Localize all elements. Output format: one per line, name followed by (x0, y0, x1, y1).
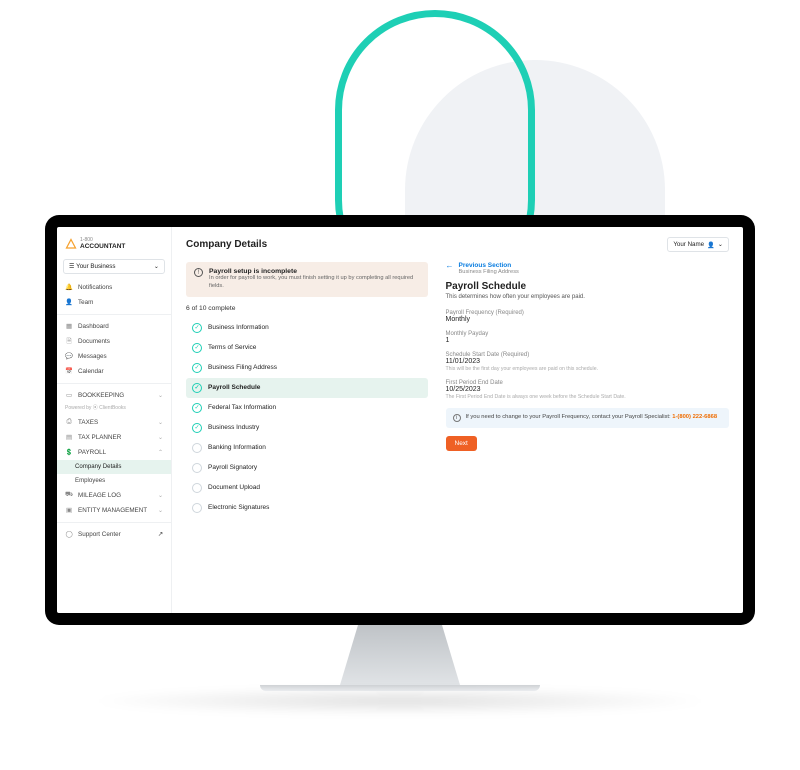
checklist-item[interactable]: ✓ Business Information (186, 318, 428, 338)
sidebar-item-entity-management[interactable]: ▣ENTITY MANAGEMENT⌄ (57, 503, 171, 518)
info-callout: i If you need to change to your Payroll … (446, 408, 730, 428)
sidebar-item-taxes[interactable]: ⎙TAXES⌄ (57, 415, 171, 430)
sidebar-item-documents[interactable]: 🗎Documents (57, 334, 171, 349)
sidebar: 1-800 ACCOUNTANT ☰ Your Business ⌄ 🔔Noti… (57, 227, 172, 613)
check-pending-icon (192, 483, 202, 493)
checklist: ✓ Business Information ✓ Terms of Service ✓ B… (186, 318, 428, 518)
sidebar-item-company-details[interactable]: Company Details (57, 460, 171, 474)
checklist-item-label: Business Filing Address (208, 364, 277, 371)
brand-logo: 1-800 ACCOUNTANT (57, 233, 171, 259)
sidebar-item-employees[interactable]: Employees (57, 474, 171, 488)
checklist-item-label: Payroll Signatory (208, 464, 257, 471)
chevron-up-icon: ⌃ (158, 449, 163, 456)
external-link-icon: ↗ (158, 531, 163, 538)
alert-subtitle: In order for payroll to work, you must f… (209, 275, 420, 291)
sidebar-item-bookkeeping[interactable]: ▭BOOKKEEPING⌄ (57, 388, 171, 403)
check-done-icon: ✓ (192, 383, 202, 393)
checklist-item-label: Payroll Schedule (208, 384, 260, 391)
mileage-icon: ⛟ (65, 491, 73, 499)
grid-icon: ▦ (65, 322, 73, 330)
checklist-item-label: Business Industry (208, 424, 259, 431)
checklist-item-label: Banking Information (208, 444, 266, 451)
check-done-icon: ✓ (192, 363, 202, 373)
checklist-item[interactable]: ✓ Federal Tax Information (186, 398, 428, 418)
user-menu[interactable]: Your Name 👤 ⌄ (667, 237, 729, 252)
progress-text: 6 of 10 complete (186, 305, 428, 312)
sidebar-item-support[interactable]: ◯Support Center↗ (57, 527, 171, 542)
checklist-item-label: Terms of Service (208, 344, 256, 351)
info-icon: i (453, 414, 461, 422)
sidebar-item-messages[interactable]: 💬Messages (57, 349, 171, 364)
checklist-item[interactable]: ✓ Payroll Schedule (186, 378, 428, 398)
brand-icon (65, 238, 77, 250)
alert-title: Payroll setup is incomplete (209, 268, 420, 275)
check-done-icon: ✓ (192, 403, 202, 413)
arrow-left-icon: ← (446, 262, 454, 270)
check-pending-icon (192, 463, 202, 473)
sidebar-item-tax-planner[interactable]: ▤TAX PLANNER⌄ (57, 430, 171, 445)
business-selector[interactable]: ☰ Your Business ⌄ (63, 259, 165, 274)
field-start-date: Schedule Start Date (Required) 11/01/202… (446, 352, 730, 372)
calendar-icon: 📅 (65, 367, 73, 375)
entity-icon: ▣ (65, 506, 73, 514)
sidebar-item-mileage-log[interactable]: ⛟MILEAGE LOG⌄ (57, 488, 171, 503)
top-bar: Company Details Your Name 👤 ⌄ (186, 237, 729, 252)
checklist-item[interactable]: Payroll Signatory (186, 458, 428, 478)
chevron-down-icon: ⌄ (718, 241, 723, 248)
book-icon: ▭ (65, 391, 73, 399)
next-button[interactable]: Next (446, 436, 477, 451)
sidebar-item-calendar[interactable]: 📅Calendar (57, 364, 171, 379)
checklist-item-label: Federal Tax Information (208, 404, 276, 411)
planner-icon: ▤ (65, 433, 73, 441)
tax-icon: ⎙ (65, 418, 73, 426)
avatar-icon: 👤 (707, 241, 715, 249)
checklist-item-label: Document Upload (208, 484, 260, 491)
checklist-item[interactable]: Document Upload (186, 478, 428, 498)
chevron-down-icon: ⌄ (158, 507, 163, 514)
field-frequency: Payroll Frequency (Required) Monthly (446, 310, 730, 323)
chevron-down-icon: ⌄ (158, 492, 163, 499)
check-done-icon: ✓ (192, 323, 202, 333)
info-icon: ! (194, 268, 203, 277)
section-title: Payroll Schedule (446, 281, 730, 292)
chevron-down-icon: ⌄ (154, 263, 159, 270)
checklist-item-label: Business Information (208, 324, 269, 331)
sidebar-item-team[interactable]: 👤Team (57, 295, 171, 310)
checklist-item[interactable]: ✓ Terms of Service (186, 338, 428, 358)
checklist-item[interactable]: Banking Information (186, 438, 428, 458)
check-pending-icon (192, 503, 202, 513)
checklist-item[interactable]: ✓ Business Filing Address (186, 358, 428, 378)
help-icon: ◯ (65, 530, 73, 538)
brand-main: ACCOUNTANT (80, 243, 125, 250)
sidebar-item-notifications[interactable]: 🔔Notifications (57, 280, 171, 295)
checklist-item-label: Electronic Signatures (208, 504, 269, 511)
bell-icon: 🔔 (65, 283, 73, 291)
sidebar-item-payroll[interactable]: 💲PAYROLL⌃ (57, 445, 171, 460)
user-icon: 👤 (65, 298, 73, 306)
checklist-item[interactable]: Electronic Signatures (186, 498, 428, 518)
previous-section-link[interactable]: ← Previous Section Business Filing Addre… (446, 262, 730, 275)
main-content: Company Details Your Name 👤 ⌄ ! Payroll … (172, 227, 743, 613)
chevron-down-icon: ⌄ (158, 419, 163, 426)
page-title: Company Details (186, 239, 267, 250)
chevron-down-icon: ⌄ (158, 392, 163, 399)
check-done-icon: ✓ (192, 343, 202, 353)
sidebar-item-dashboard[interactable]: ▦Dashboard (57, 319, 171, 334)
check-done-icon: ✓ (192, 423, 202, 433)
check-pending-icon (192, 443, 202, 453)
section-subtitle: This determines how often your employees… (446, 294, 730, 300)
payroll-icon: 💲 (65, 448, 73, 456)
chevron-down-icon: ⌄ (158, 434, 163, 441)
alert-incomplete: ! Payroll setup is incomplete In order f… (186, 262, 428, 297)
chat-icon: 💬 (65, 352, 73, 360)
doc-icon: 🗎 (65, 337, 73, 345)
field-end-date: First Period End Date 10/25/2023 The Fir… (446, 380, 730, 400)
field-payday: Monthly Payday 1 (446, 331, 730, 344)
checklist-item[interactable]: ✓ Business Industry (186, 418, 428, 438)
support-phone: 1-(800) 222-6868 (672, 414, 717, 420)
powered-by: Powered by ⦿ ClientBooks (57, 403, 171, 415)
